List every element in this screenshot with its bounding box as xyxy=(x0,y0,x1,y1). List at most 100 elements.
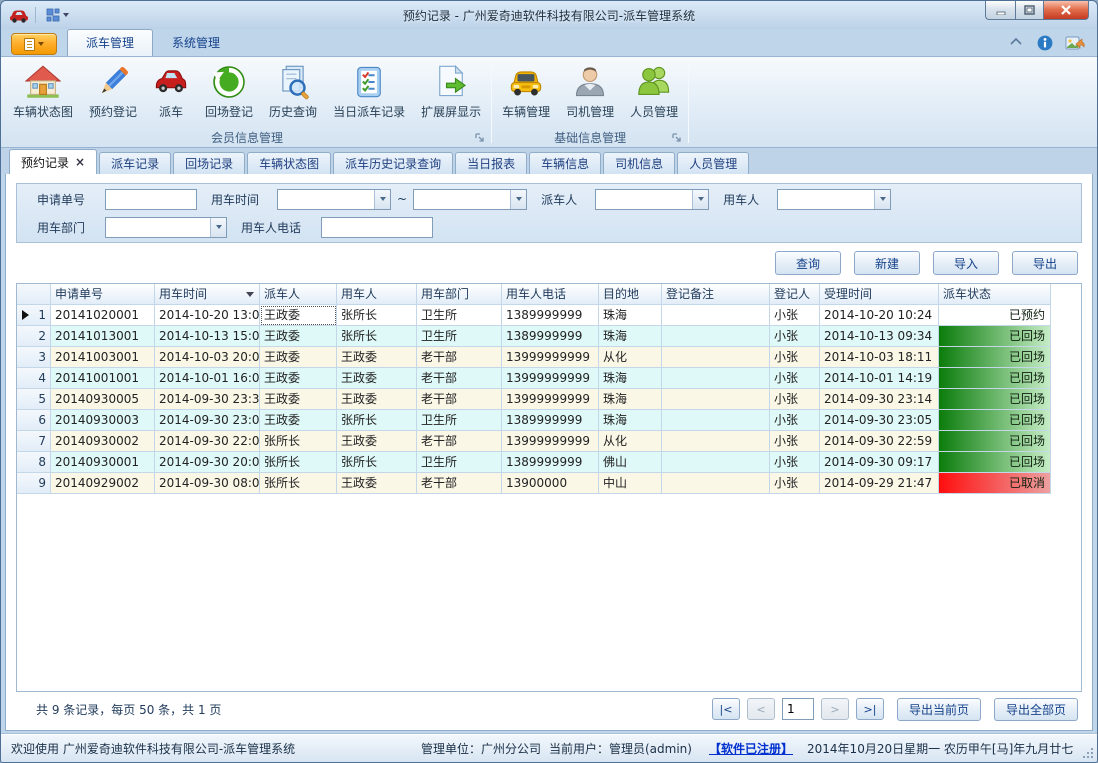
minimize-button[interactable] xyxy=(985,1,1015,20)
cell-dispatcher[interactable]: 张所长 xyxy=(260,452,337,473)
cell-use_time[interactable]: 2014-10-01 16:00 xyxy=(155,368,260,389)
cell-status[interactable]: 已回场 xyxy=(939,326,1051,347)
cell-department[interactable]: 卫生所 xyxy=(417,410,502,431)
cell-phone[interactable]: 1389999999 xyxy=(502,305,599,326)
doc-tab[interactable]: 回场记录 xyxy=(173,152,245,174)
column-header-phone[interactable]: 用车人电话 xyxy=(502,284,599,305)
column-header-department[interactable]: 用车部门 xyxy=(417,284,502,305)
cell-department[interactable]: 老干部 xyxy=(417,431,502,452)
cell-registrar[interactable]: 小张 xyxy=(770,305,820,326)
cell-phone[interactable]: 1389999999 xyxy=(502,410,599,431)
ribbon-button-history-query[interactable]: 历史查询 xyxy=(261,59,325,128)
cell-use_time[interactable]: 2014-10-13 15:00 xyxy=(155,326,260,347)
cell-department[interactable]: 卫生所 xyxy=(417,305,502,326)
cell-destination[interactable]: 从化 xyxy=(599,431,662,452)
cell-remark[interactable] xyxy=(662,368,770,389)
phone-input[interactable] xyxy=(321,217,433,238)
chevron-down-icon[interactable] xyxy=(374,190,390,209)
ribbon-tab-system[interactable]: 系统管理 xyxy=(153,29,239,56)
cell-registrar[interactable]: 小张 xyxy=(770,452,820,473)
cell-accept_time[interactable]: 2014-10-13 09:34 xyxy=(820,326,939,347)
cell-remark[interactable] xyxy=(662,431,770,452)
cell-dispatcher[interactable]: 王政委 xyxy=(260,410,337,431)
cell-accept_time[interactable]: 2014-09-30 22:59 xyxy=(820,431,939,452)
column-header-destination[interactable]: 目的地 xyxy=(599,284,662,305)
cell-apply_no[interactable]: 20140930001 xyxy=(51,452,155,473)
cell-remark[interactable] xyxy=(662,326,770,347)
cell-destination[interactable]: 中山 xyxy=(599,473,662,494)
cell-apply_no[interactable]: 20140930002 xyxy=(51,431,155,452)
page-number-input[interactable] xyxy=(782,698,814,720)
table-row[interactable]: 8201409300012014-09-30 20:00张所长张所长卫生所138… xyxy=(17,452,1081,473)
use-time-to-combo[interactable] xyxy=(413,189,527,210)
cell-destination[interactable]: 珠海 xyxy=(599,326,662,347)
cell-registrar[interactable]: 小张 xyxy=(770,410,820,431)
ribbon-button-reservation-register[interactable]: 预约登记 xyxy=(81,59,145,128)
collapse-chevron-icon[interactable] xyxy=(1009,35,1025,51)
column-header-dispatcher[interactable]: 派车人 xyxy=(260,284,337,305)
cell-registrar[interactable]: 小张 xyxy=(770,389,820,410)
last-page-button[interactable]: >| xyxy=(856,698,884,720)
chevron-down-icon[interactable] xyxy=(692,190,708,209)
cell-user[interactable]: 张所长 xyxy=(337,305,417,326)
cell-user[interactable]: 王政委 xyxy=(337,473,417,494)
cell-remark[interactable] xyxy=(662,347,770,368)
cell-apply_no[interactable]: 20141003001 xyxy=(51,347,155,368)
dialog-launcher-icon[interactable] xyxy=(474,132,486,144)
application-menu-button[interactable] xyxy=(11,33,57,55)
doc-tab[interactable]: 人员管理 xyxy=(677,152,749,174)
cell-user[interactable]: 王政委 xyxy=(337,368,417,389)
table-row[interactable]: 4201410010012014-10-01 16:00王政委王政委老干部139… xyxy=(17,368,1081,389)
cell-apply_no[interactable]: 20140929002 xyxy=(51,473,155,494)
column-header-remark[interactable]: 登记备注 xyxy=(662,284,770,305)
cell-apply_no[interactable]: 20141020001 xyxy=(51,305,155,326)
cell-phone[interactable]: 1389999999 xyxy=(502,326,599,347)
chevron-down-icon[interactable] xyxy=(874,190,890,209)
doc-tab[interactable]: 预约记录× xyxy=(9,149,97,174)
cell-user[interactable]: 王政委 xyxy=(337,389,417,410)
ribbon-button-personnel-manage[interactable]: 人员管理 xyxy=(622,59,686,128)
cell-accept_time[interactable]: 2014-10-20 10:24 xyxy=(820,305,939,326)
cell-registrar[interactable]: 小张 xyxy=(770,347,820,368)
export-button[interactable]: 导出 xyxy=(1012,251,1078,275)
query-button[interactable]: 查询 xyxy=(775,251,841,275)
cell-department[interactable]: 老干部 xyxy=(417,473,502,494)
cell-dispatcher[interactable]: 王政委 xyxy=(260,326,337,347)
cell-accept_time[interactable]: 2014-10-01 14:19 xyxy=(820,368,939,389)
resize-grip[interactable] xyxy=(1082,747,1094,759)
cell-phone[interactable]: 1389999999 xyxy=(502,452,599,473)
cell-dispatcher[interactable]: 王政委 xyxy=(260,389,337,410)
software-registered-link[interactable]: 【软件已注册】 xyxy=(709,740,793,757)
cell-destination[interactable]: 珠海 xyxy=(599,305,662,326)
new-button[interactable]: 新建 xyxy=(854,251,920,275)
dialog-launcher-icon[interactable] xyxy=(671,132,683,144)
cell-user[interactable]: 王政委 xyxy=(337,431,417,452)
cell-department[interactable]: 卫生所 xyxy=(417,452,502,473)
cell-status[interactable]: 已回场 xyxy=(939,431,1051,452)
close-button[interactable] xyxy=(1043,1,1089,20)
column-header-apply_no[interactable]: 申请单号 xyxy=(51,284,155,305)
cell-dispatcher[interactable]: 王政委 xyxy=(260,305,337,326)
cell-department[interactable]: 老干部 xyxy=(417,389,502,410)
column-header-registrar[interactable]: 登记人 xyxy=(770,284,820,305)
ribbon-button-vehicle-manage[interactable]: 车辆管理 xyxy=(494,59,558,128)
column-header-accept_time[interactable]: 受理时间 xyxy=(820,284,939,305)
table-row[interactable]: 5201409300052014-09-30 23:30王政委王政委老干部139… xyxy=(17,389,1081,410)
chevron-down-icon[interactable] xyxy=(510,190,526,209)
cell-status[interactable]: 已预约 xyxy=(939,305,1051,326)
cell-destination[interactable]: 佛山 xyxy=(599,452,662,473)
cell-apply_no[interactable]: 20140930003 xyxy=(51,410,155,431)
export-all-pages-button[interactable]: 导出全部页 xyxy=(994,698,1078,721)
cell-status[interactable]: 已取消 xyxy=(939,473,1051,494)
import-button[interactable]: 导入 xyxy=(933,251,999,275)
doc-tab[interactable]: 当日报表 xyxy=(455,152,527,174)
maximize-button[interactable] xyxy=(1015,1,1043,20)
sort-descending-icon[interactable] xyxy=(246,292,254,297)
cell-status[interactable]: 已回场 xyxy=(939,452,1051,473)
doc-tab[interactable]: 派车记录 xyxy=(99,152,171,174)
cell-remark[interactable] xyxy=(662,452,770,473)
cell-dispatcher[interactable]: 王政委 xyxy=(260,368,337,389)
cell-apply_no[interactable]: 20141013001 xyxy=(51,326,155,347)
cell-remark[interactable] xyxy=(662,473,770,494)
cell-use_time[interactable]: 2014-10-03 20:00 xyxy=(155,347,260,368)
